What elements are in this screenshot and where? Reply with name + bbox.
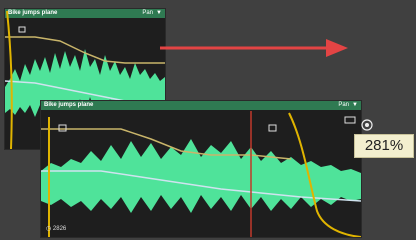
timecode-value: 2826 (52, 226, 67, 232)
audio-waveform (41, 139, 361, 213)
clip-zoomed-graphics (41, 111, 361, 237)
direction-arrow (160, 39, 348, 57)
fade-handle (344, 116, 356, 124)
keyframe-icon (268, 124, 277, 132)
zoom-percentage-badge: 281% (354, 134, 414, 158)
clip-zoomed[interactable]: Bike jumps plane Pan ▼ (40, 100, 362, 238)
clip-timecode: ◷ 2826 (46, 225, 66, 232)
time-stretch-icon[interactable] (361, 118, 373, 132)
clock-icon: ◷ (46, 226, 52, 232)
keyframe-icon (18, 26, 26, 33)
keyframe-icon (58, 124, 67, 132)
